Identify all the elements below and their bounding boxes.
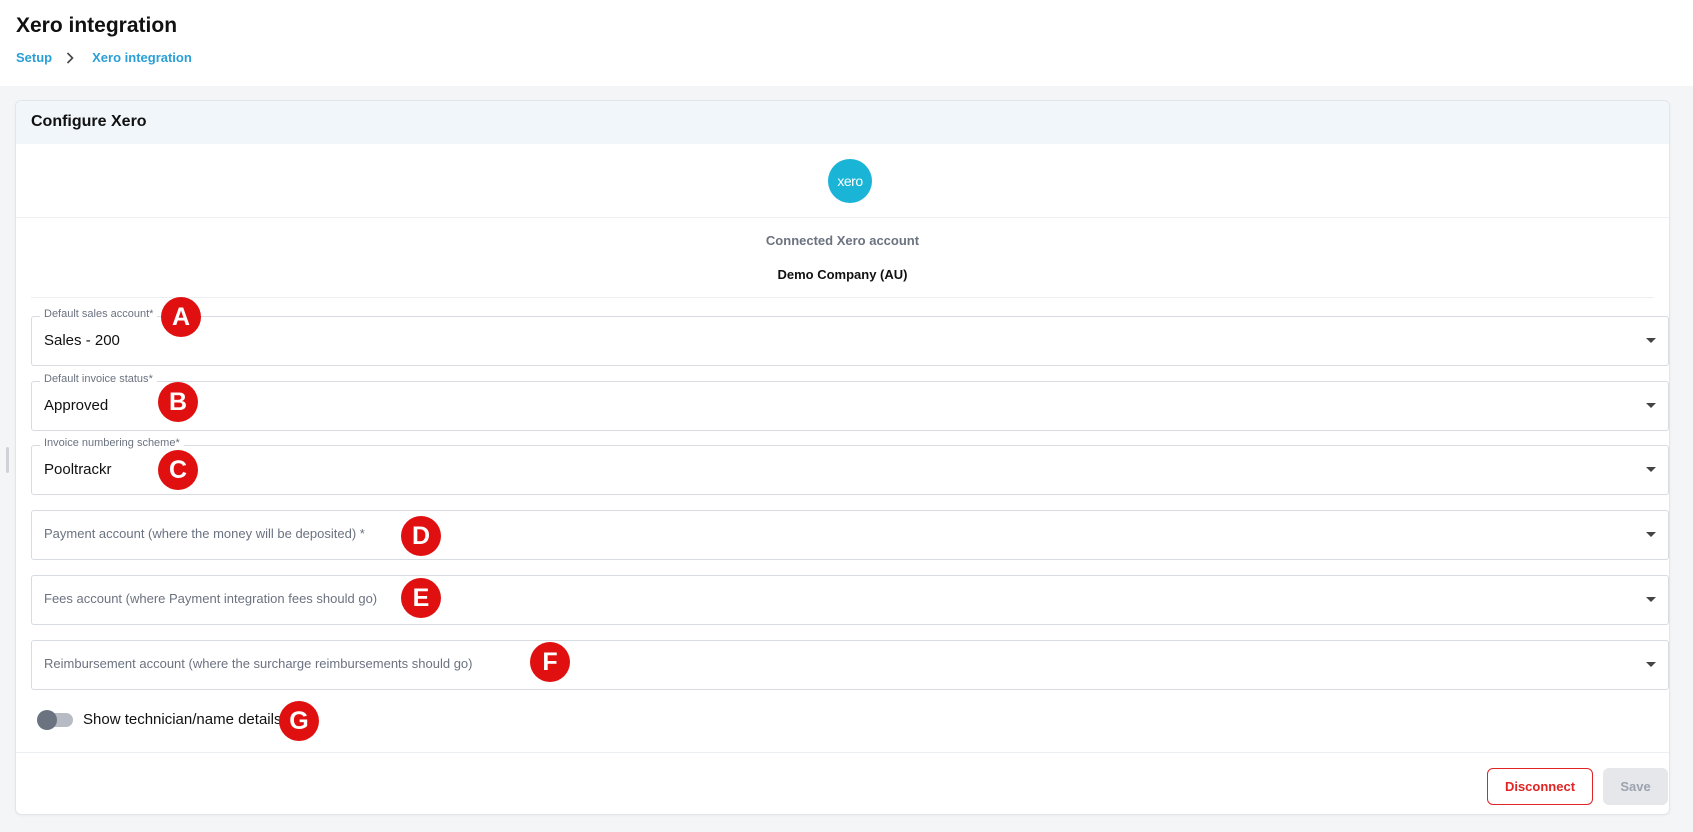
configure-xero-card: Configure Xero xero Connected Xero accou… — [15, 100, 1670, 815]
technician-details-toggle[interactable] — [37, 710, 73, 730]
annotation-marker-g: G — [279, 701, 319, 741]
field-value: Pooltrackr — [44, 461, 112, 478]
caret-down-icon[interactable] — [1646, 338, 1656, 343]
caret-down-icon[interactable] — [1646, 403, 1656, 408]
field-label: Default sales account* — [40, 308, 158, 320]
annotation-marker-f: F — [530, 642, 570, 682]
field-placeholder: Reimbursement account (where the surchar… — [44, 656, 473, 671]
toggle-label: Show technician/name details — [83, 711, 282, 728]
save-button[interactable]: Save — [1603, 768, 1668, 805]
footer-divider — [16, 752, 1669, 753]
reimbursement-account-select[interactable]: Reimbursement account (where the surchar… — [31, 640, 1669, 690]
payment-account-select[interactable]: Payment account (where the money will be… — [31, 510, 1669, 560]
field-value: Sales - 200 — [44, 332, 120, 349]
annotation-marker-d: D — [401, 516, 441, 556]
toggle-thumb[interactable] — [37, 710, 57, 730]
annotation-marker-b: B — [158, 382, 198, 422]
card-title: Configure Xero — [31, 113, 147, 130]
fees-account-select[interactable]: Fees account (where Payment integration … — [31, 575, 1669, 625]
field-value: Approved — [44, 397, 109, 414]
resize-handle[interactable] — [6, 447, 9, 473]
caret-down-icon[interactable] — [1646, 662, 1656, 667]
default-sales-account-select[interactable]: Default sales account* Sales - 200 — [31, 308, 1669, 366]
logo-row: xero — [16, 144, 1669, 218]
annotation-marker-e: E — [401, 578, 441, 618]
chevron-right-icon — [66, 51, 74, 64]
disconnect-button[interactable]: Disconnect — [1487, 768, 1593, 805]
annotation-marker-a: A — [161, 297, 201, 337]
caret-down-icon[interactable] — [1646, 467, 1656, 472]
divider — [31, 297, 1654, 298]
connected-account-label: Connected Xero account — [765, 233, 920, 248]
invoice-numbering-scheme-select[interactable]: Invoice numbering scheme* Pooltrackr — [31, 437, 1669, 495]
page-title: Xero integration — [16, 14, 178, 37]
breadcrumb-setup-link[interactable]: Setup — [16, 50, 52, 65]
connected-account-value: Demo Company (AU) — [777, 267, 908, 282]
xero-logo: xero — [828, 159, 872, 203]
field-label: Invoice numbering scheme* — [40, 437, 184, 449]
annotation-marker-c: C — [158, 450, 198, 490]
field-placeholder: Payment account (where the money will be… — [44, 526, 365, 541]
field-placeholder: Fees account (where Payment integration … — [44, 591, 378, 606]
field-label: Default invoice status* — [40, 373, 157, 385]
page-header: Xero integration Setup Xero integration — [0, 0, 1693, 86]
breadcrumb: Setup Xero integration — [16, 50, 192, 65]
default-invoice-status-select[interactable]: Default invoice status* Approved — [31, 373, 1669, 431]
card-header: Configure Xero — [16, 101, 1669, 144]
caret-down-icon[interactable] — [1646, 532, 1656, 537]
caret-down-icon[interactable] — [1646, 597, 1656, 602]
breadcrumb-current[interactable]: Xero integration — [92, 50, 192, 65]
